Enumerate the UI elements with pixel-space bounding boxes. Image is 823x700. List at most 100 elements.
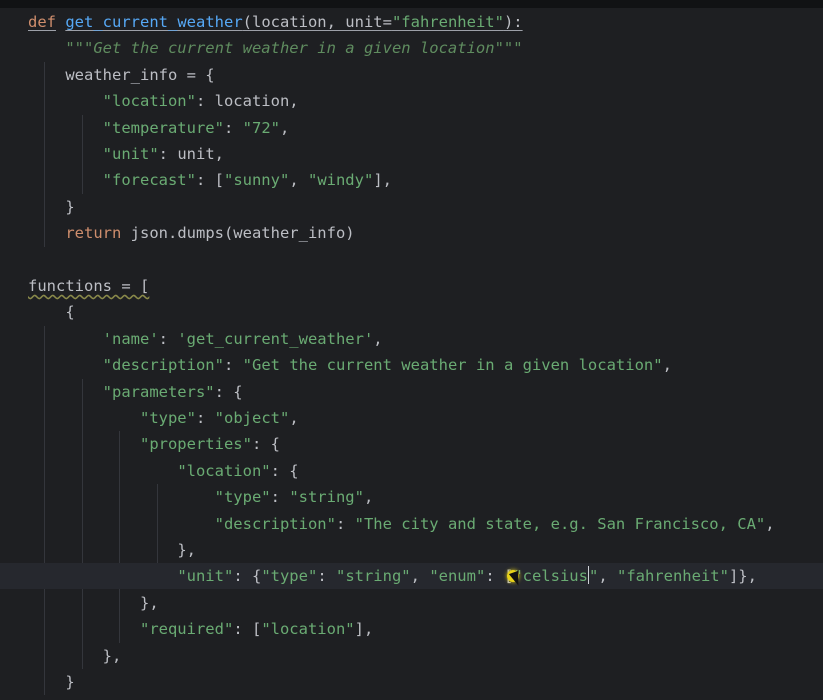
code-token: get_current_weather bbox=[65, 13, 243, 31]
code-token: , bbox=[662, 356, 672, 375]
code-line[interactable]: "location": { bbox=[0, 458, 823, 484]
code-token: "The city and state, e.g. San Francisco,… bbox=[354, 514, 766, 533]
code-token: , bbox=[279, 118, 290, 137]
code-token: : location, bbox=[195, 92, 299, 111]
code-token: : [ bbox=[195, 171, 224, 190]
code-token: "fahrenheit" bbox=[391, 13, 504, 31]
code-token: "unit" bbox=[177, 567, 234, 586]
code-line[interactable]: weather_info = { bbox=[0, 62, 823, 88]
code-line[interactable]: 'name': 'get_current_weather', bbox=[0, 326, 823, 352]
code-token: , bbox=[289, 409, 299, 427]
code-token: "string" bbox=[335, 567, 411, 586]
code-token: : bbox=[195, 409, 215, 427]
code-token: }, bbox=[102, 646, 122, 665]
code-line[interactable]: "properties": { bbox=[0, 431, 823, 457]
code-token: : { bbox=[214, 382, 243, 401]
window-top-strip bbox=[0, 0, 823, 8]
code-line[interactable]: "type": "object", bbox=[0, 405, 823, 431]
code-token: ], bbox=[354, 620, 374, 639]
code-token: : { bbox=[270, 461, 299, 480]
code-token: "description" bbox=[214, 514, 336, 533]
code-token: """Get the current weather in a given lo… bbox=[65, 39, 523, 58]
code-line[interactable]: } bbox=[0, 669, 823, 695]
code-token: : { bbox=[233, 567, 262, 586]
code-line[interactable]: "type": "string", bbox=[0, 484, 823, 510]
code-token: : { bbox=[251, 435, 280, 454]
code-token: "object" bbox=[214, 409, 290, 427]
code-token: "72" bbox=[242, 118, 280, 137]
code-token: "Get the current weather in a given loca… bbox=[242, 356, 663, 375]
code-token: , bbox=[363, 488, 374, 507]
code-line[interactable]: "temperature": "72", bbox=[0, 115, 823, 141]
code-line[interactable] bbox=[0, 247, 823, 273]
code-token: } bbox=[65, 673, 75, 691]
code-token: "description" bbox=[102, 356, 224, 375]
code-token: "parameters" bbox=[102, 382, 215, 401]
code-editor[interactable]: def get_current_weather(location, unit="… bbox=[0, 8, 823, 700]
code-token: { bbox=[65, 303, 75, 322]
code-token: "unit" bbox=[102, 145, 159, 163]
code-token: "sunny" bbox=[223, 171, 290, 190]
code-token: : bbox=[223, 118, 243, 137]
code-token: "enum" bbox=[429, 567, 486, 586]
code-line[interactable]: }, bbox=[0, 590, 823, 616]
code-line[interactable]: "forecast": ["sunny", "windy"], bbox=[0, 167, 823, 193]
code-token: "location" bbox=[102, 92, 196, 111]
code-line[interactable]: """Get the current weather in a given lo… bbox=[0, 35, 823, 61]
code-token: "location" bbox=[261, 620, 355, 639]
code-token: : bbox=[335, 514, 355, 533]
code-line[interactable]: "location": location, bbox=[0, 88, 823, 114]
code-token: : unit, bbox=[158, 145, 224, 163]
code-line[interactable]: "description": "Get the current weather … bbox=[0, 352, 823, 378]
code-token: 'name' bbox=[102, 329, 159, 348]
code-token: : bbox=[317, 567, 336, 586]
code-token: weather_info = { bbox=[65, 65, 215, 84]
code-token: "temperature" bbox=[102, 118, 224, 137]
code-token: return bbox=[65, 224, 122, 243]
code-token: functions = [ bbox=[28, 277, 150, 295]
code-line-current[interactable]: "unit": {"type": "string", "enum": ["cel… bbox=[0, 563, 823, 590]
code-token: "windy" bbox=[307, 171, 374, 190]
code-line[interactable]: "description": "The city and state, e.g.… bbox=[0, 511, 823, 537]
code-token: : bbox=[270, 488, 290, 507]
code-token: "location" bbox=[177, 461, 271, 480]
code-token: ): bbox=[503, 13, 523, 31]
code-token: , bbox=[765, 514, 775, 533]
code-line[interactable]: { bbox=[0, 299, 823, 325]
code-token: "type" bbox=[214, 488, 271, 507]
code-token: "required" bbox=[139, 620, 234, 639]
code-token: "type" bbox=[139, 409, 196, 427]
code-line[interactable]: } bbox=[0, 194, 823, 220]
code-line[interactable]: "required": ["location"], bbox=[0, 616, 823, 642]
code-token: }, bbox=[177, 541, 196, 559]
code-token: ]}, bbox=[728, 567, 757, 586]
code-line[interactable]: }, bbox=[0, 643, 823, 669]
code-token: : bbox=[158, 329, 178, 348]
code-token: , bbox=[410, 567, 430, 586]
code-line[interactable]: "parameters": { bbox=[0, 379, 823, 405]
code-token: def bbox=[28, 13, 56, 31]
code-line[interactable]: def get_current_weather(location, unit="… bbox=[0, 9, 823, 35]
code-line[interactable]: functions = [ bbox=[0, 273, 823, 299]
code-token: (location, unit= bbox=[242, 13, 392, 31]
code-line[interactable]: "unit": unit, bbox=[0, 141, 823, 167]
code-token: : [ bbox=[233, 620, 262, 639]
code-line[interactable]: return json.dumps(weather_info) bbox=[0, 220, 823, 246]
code-line[interactable]: }, bbox=[0, 537, 823, 563]
